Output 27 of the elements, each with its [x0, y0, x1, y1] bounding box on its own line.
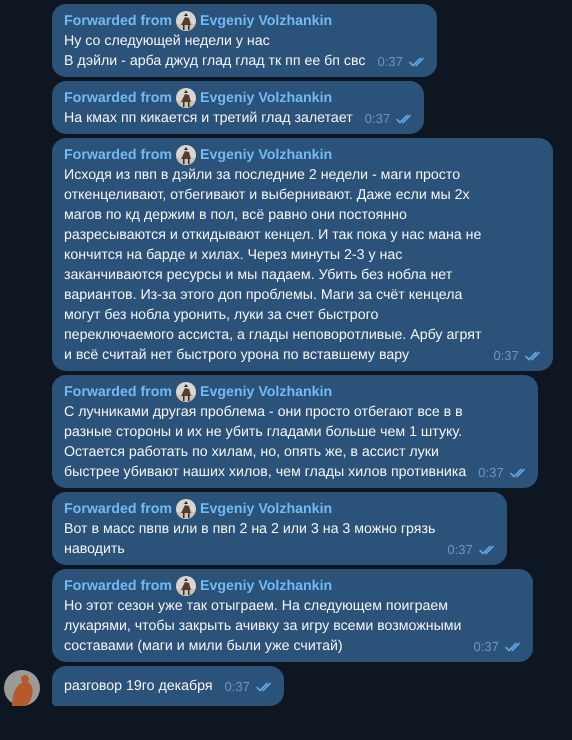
message-time: 0:37: [224, 679, 250, 695]
message-time: 0:37: [478, 465, 504, 481]
message-text: Ну со следующей недели у нас В дэйли - арба джуд глад глад тк пп ее бп свс: [64, 32, 366, 71]
forwarded-label: Forwarded from: [64, 89, 172, 108]
sender-name[interactable]: Evgeniy Volzhankin: [200, 499, 332, 519]
message-text: Исходя из пвп в дэйли за последние 2 недели - маги просто откенцеливают, отбегивают и выбернивают. Даже если мы 2х магов по кд держим в пол, всё равно они постоянно разресываются и откидывают кенцел. И так пока у нас мана не кончится на барде и хилах. Через минуты 2-3 у нас заканчиваются ресурсы и мы падаем. Убить без нобла нет вариантов. Из-за этого доп проблемы. Маги за счёт кенцела могут без нобла уронить, луки за счет быстрого переключаемого ассиста, а глады неповоротливые. Арбу агрят и всё считай нет быстрого урона по вставшему вару: [64, 166, 482, 365]
message-time: 0:37: [378, 54, 403, 70]
message-time: 0:37: [474, 639, 499, 655]
forwarded-label: Forwarded from: [64, 12, 172, 31]
message-text: Вот в масс пвпв или в пвп 2 на 2 или 3 на 3 можно грязь наводить: [64, 520, 436, 559]
sender-name[interactable]: Evgeniy Volzhankin: [200, 145, 332, 165]
sender-name[interactable]: Evgeniy Volzhankin: [200, 11, 332, 31]
forwarded-label: Forwarded from: [64, 383, 172, 402]
forwarded-label: Forwarded from: [64, 500, 172, 519]
message-text: Но этот сезон уже так отыграем. На следующем поиграем лукарями, чтобы закрыть ачивку за игру всеми возможными составами (маги и мили были уже считай): [64, 597, 462, 656]
forwarded-label: Forwarded from: [64, 146, 172, 165]
sender-name[interactable]: Evgeniy Volzhankin: [200, 88, 332, 108]
message-time: 0:37: [493, 348, 519, 364]
message-time: 0:37: [447, 542, 473, 558]
avatar-icon[interactable]: [4, 670, 40, 706]
forwarded-label: Forwarded from: [64, 577, 172, 596]
message-time: 0:37: [364, 111, 390, 127]
message-text: разговор 19го декабря: [64, 677, 213, 696]
sender-name[interactable]: Evgeniy Volzhankin: [200, 382, 332, 402]
message-text: С лучниками другая проблема - они просто отбегают все в в разные стороны и их не убить гладами больше чем 1 штуку. Остается работать по хилам, но, опять же, в ассист луки быстрее убивают наших хилов, чем глады хилов противника: [64, 403, 466, 482]
message-text: На кмах пп кикается и третий глад залетает: [64, 109, 353, 128]
sender-name[interactable]: Evgeniy Volzhankin: [200, 576, 332, 596]
